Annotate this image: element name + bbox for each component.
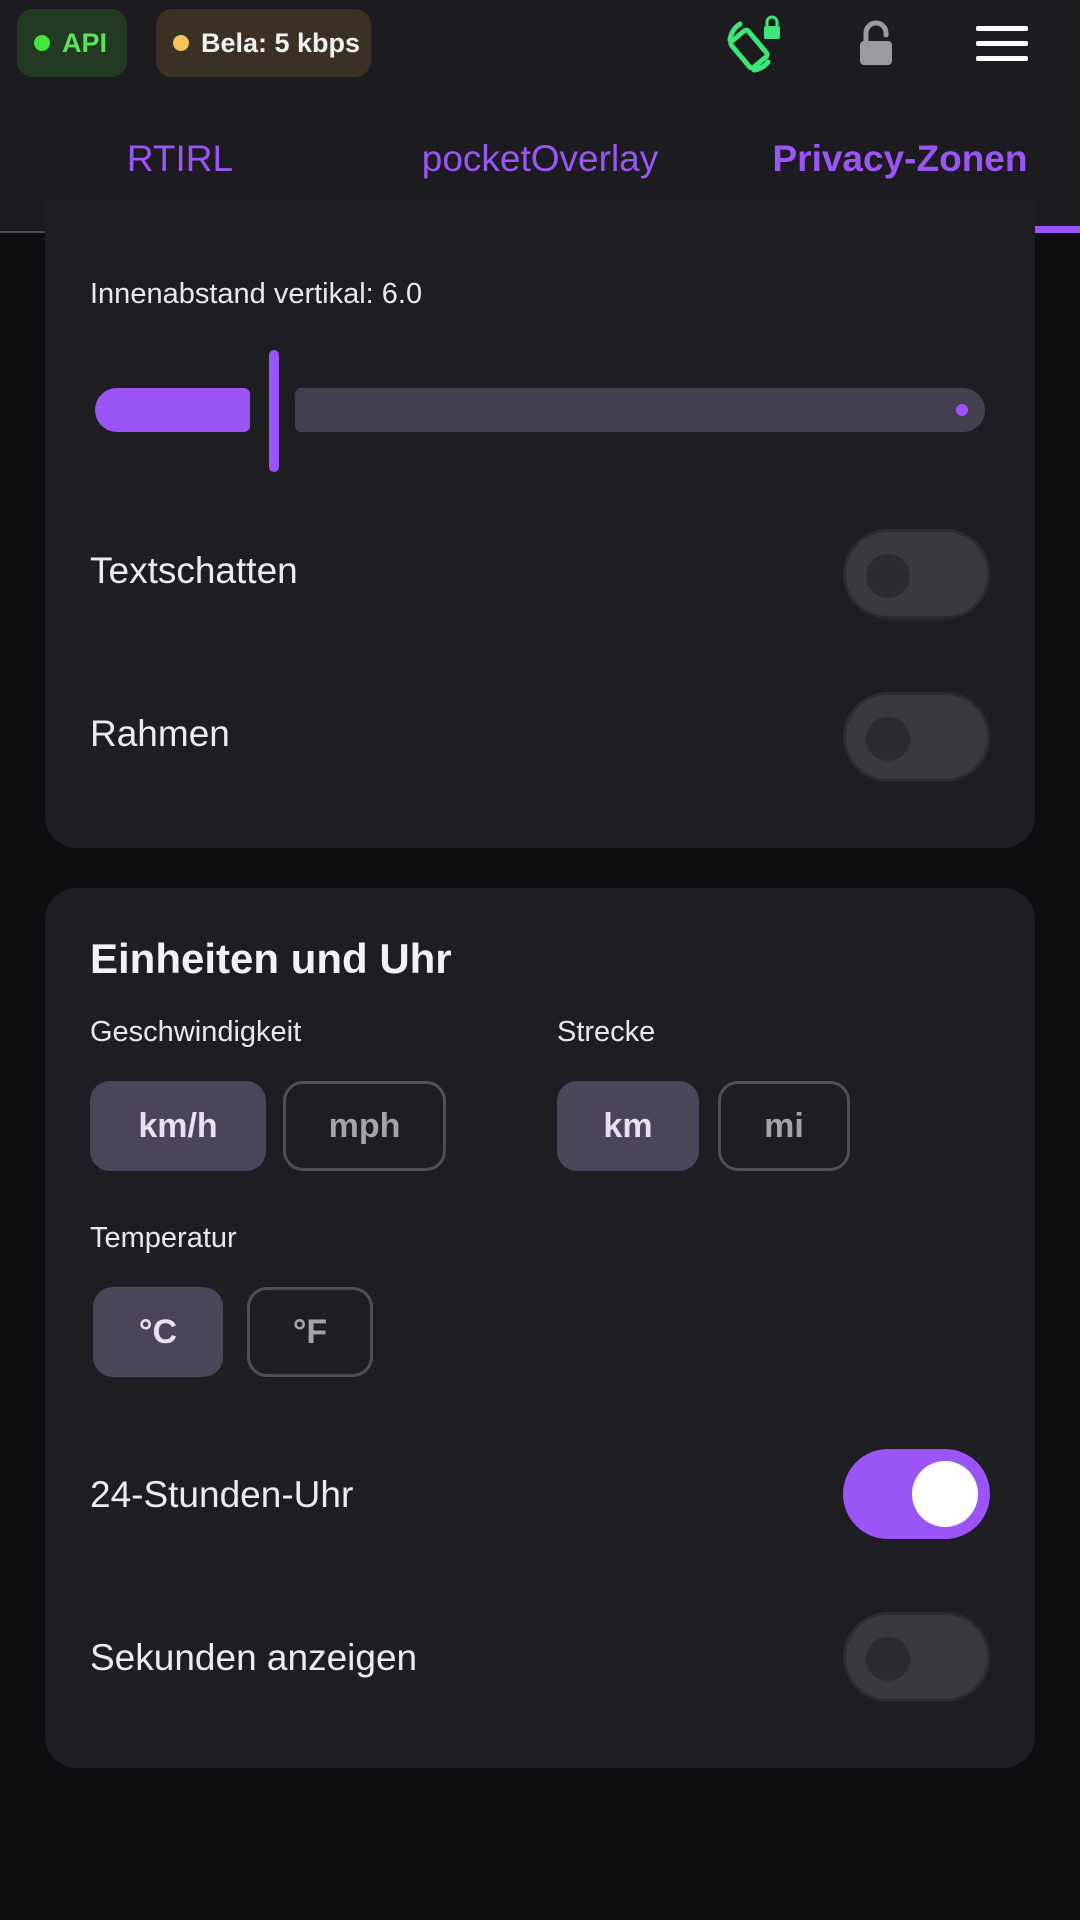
distance-label: Strecke [557, 1016, 656, 1048]
top-app-bar: API Bela: 5 kbps [0, 0, 1080, 85]
hamburger-menu-icon[interactable] [970, 12, 1034, 76]
slider-active-track [95, 388, 250, 432]
unlock-icon[interactable] [846, 12, 910, 76]
slider-inactive-track[interactable] [295, 388, 985, 432]
bela-status-label: Bela: 5 kbps [201, 27, 361, 58]
speed-kmh-button[interactable]: km/h [90, 1081, 266, 1171]
clock-24h-toggle[interactable] [843, 1449, 990, 1539]
text-shadow-toggle[interactable] [843, 529, 990, 619]
bela-status-dot [173, 35, 189, 51]
slider-thumb[interactable] [269, 350, 279, 472]
api-status-dot [34, 35, 50, 51]
distance-km-button[interactable]: km [557, 1081, 699, 1171]
distance-mi-button[interactable]: mi [718, 1081, 850, 1171]
show-seconds-toggle[interactable] [843, 1612, 990, 1702]
speed-label: Geschwindigkeit [90, 1016, 302, 1048]
clock-24h-label: 24-Stunden-Uhr [90, 1474, 354, 1515]
toggle-knob [866, 554, 910, 598]
units-clock-title: Einheiten und Uhr [90, 935, 452, 982]
toggle-knob [866, 717, 910, 761]
bela-status-pill[interactable]: Bela: 5 kbps [156, 9, 371, 77]
vertical-padding-label: Innenabstand vertikal: 6.0 [90, 278, 423, 310]
speed-mph-button[interactable]: mph [283, 1081, 446, 1171]
temperature-fahrenheit-button[interactable]: °F [247, 1287, 373, 1377]
slider-stop-indicator [956, 404, 968, 416]
text-shadow-label: Textschatten [90, 550, 298, 591]
temperature-celsius-button[interactable]: °C [93, 1287, 223, 1377]
frame-label: Rahmen [90, 713, 230, 754]
temperature-label: Temperatur [90, 1222, 237, 1254]
vertical-padding-slider[interactable] [95, 350, 985, 472]
frame-toggle[interactable] [843, 692, 990, 782]
api-status-label: API [62, 27, 108, 58]
show-seconds-label: Sekunden anzeigen [90, 1637, 418, 1678]
toggle-knob [866, 1637, 910, 1681]
api-status-pill[interactable]: API [17, 9, 127, 77]
toggle-knob [912, 1461, 978, 1527]
screen-rotation-lock-icon[interactable] [722, 12, 786, 76]
